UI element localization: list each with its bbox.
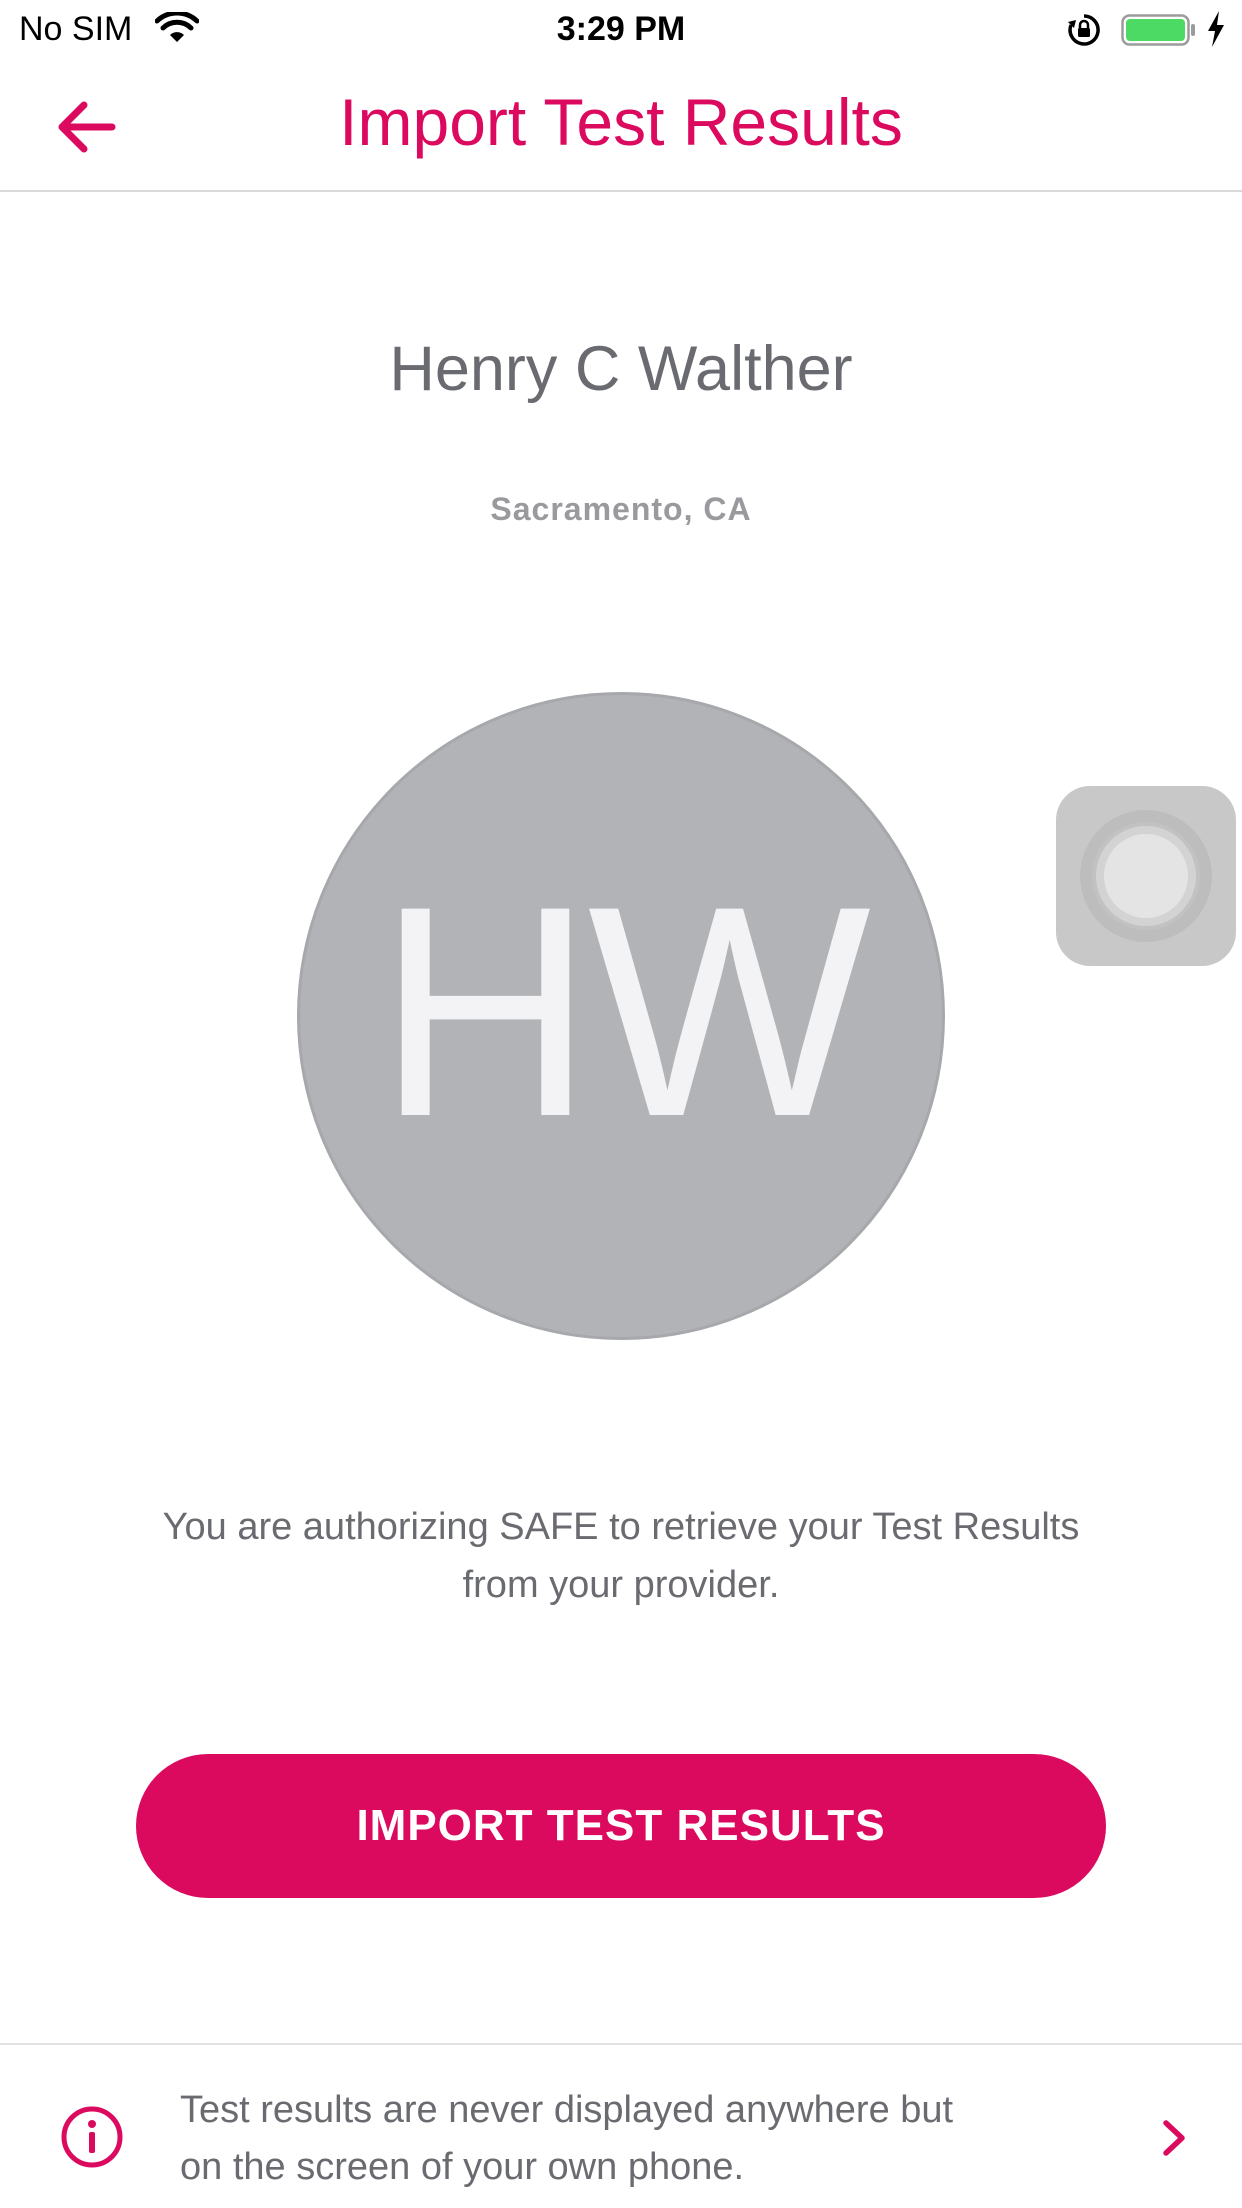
nav-bar: Import Test Results: [0, 62, 1242, 192]
battery-icon: [1121, 14, 1195, 46]
status-bar: No SIM 3:29 PM: [0, 0, 1242, 62]
info-bar[interactable]: Test results are never displayed anywher…: [0, 2043, 1242, 2208]
avatar-initials: HW: [377, 843, 871, 1179]
import-test-results-button[interactable]: IMPORT TEST RESULTS: [136, 1754, 1106, 1898]
assistive-touch-dot: [1104, 834, 1188, 918]
clock: 3:29 PM: [556, 10, 686, 48]
charging-icon: [1208, 11, 1224, 47]
assistive-touch-button[interactable]: [1056, 786, 1236, 966]
orientation-lock-icon: [1068, 14, 1100, 46]
page-title: Import Test Results: [339, 85, 903, 159]
authorization-text: You are authorizing SAFE to retrieve you…: [162, 1506, 1080, 1606]
chevron-right-icon: [1163, 2120, 1185, 2156]
screen: No SIM 3:29 PM Import Test Results Henry…: [0, 0, 1242, 2208]
profile-name: Henry C Walther: [389, 334, 853, 404]
info-icon: [61, 2106, 123, 2168]
info-text: Test results are never displayed anywher…: [180, 2089, 954, 2188]
avatar: HW: [297, 692, 945, 1340]
profile-location: Sacramento, CA: [490, 491, 752, 527]
